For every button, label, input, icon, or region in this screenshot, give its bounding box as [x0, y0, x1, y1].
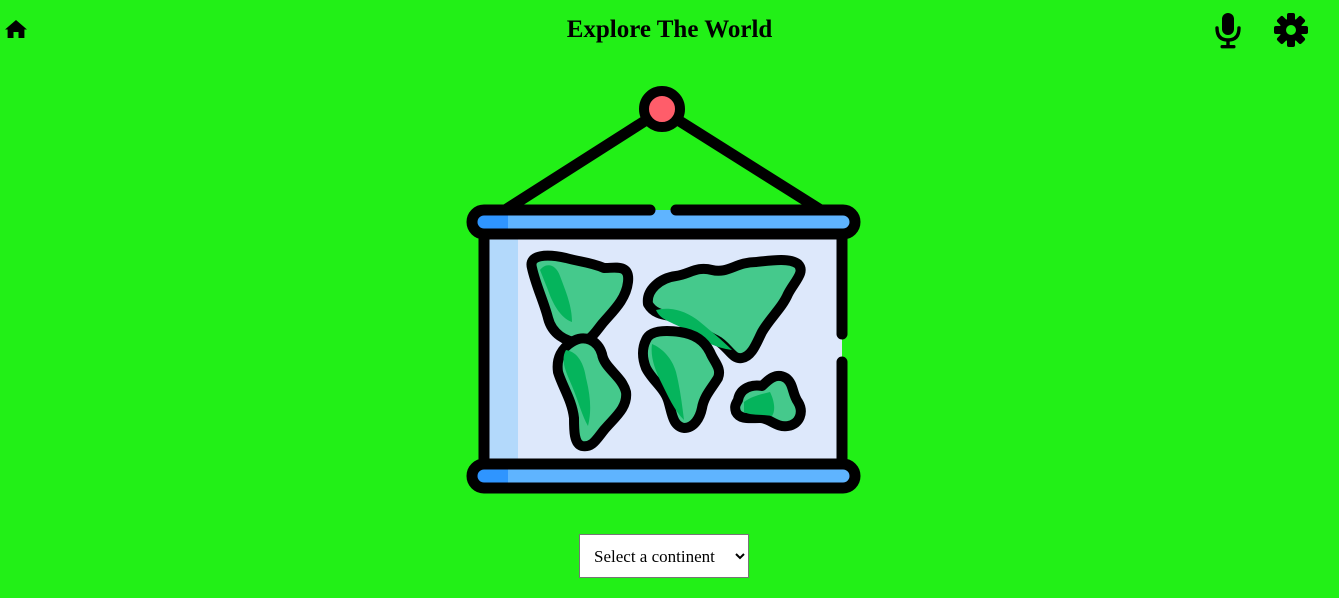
world-map-illustration: [462, 84, 866, 498]
microphone-icon: [1215, 13, 1241, 49]
voice-search-button[interactable]: [1213, 12, 1243, 50]
hanging-world-map-icon: [466, 86, 861, 494]
settings-button[interactable]: [1273, 12, 1309, 48]
gear-icon: [1274, 13, 1308, 47]
page-title: Explore The World: [566, 16, 773, 43]
continent-select[interactable]: Select a continent: [579, 534, 749, 578]
